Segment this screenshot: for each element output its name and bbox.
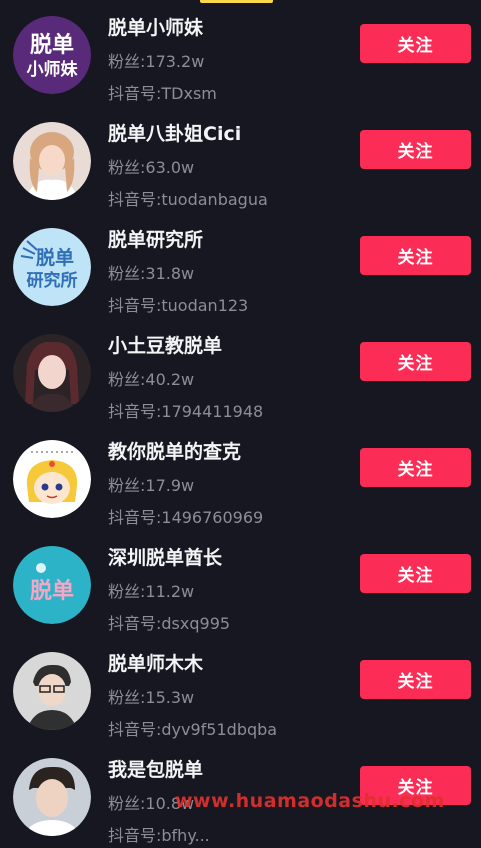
avatar-logo-text: 脱单	[30, 33, 74, 58]
avatar[interactable]	[13, 652, 91, 730]
account-row[interactable]: 脱单八卦姐Cici 粉丝:63.0w 抖音号:tuodanbagua 关注	[0, 106, 481, 212]
avatar-logo-text: 脱单	[30, 579, 74, 604]
follow-button[interactable]: 关注	[360, 660, 471, 699]
follower-count: 粉丝:173.2w	[108, 52, 205, 71]
douyin-id: 抖音号:1496760969	[108, 508, 264, 527]
douyin-id: 抖音号:tuodan123	[108, 296, 249, 315]
avatar[interactable]	[13, 440, 91, 518]
avatar[interactable]	[13, 334, 91, 412]
follower-count: 粉丝:40.2w	[108, 370, 195, 389]
follower-count: 粉丝:17.9w	[108, 476, 195, 495]
follower-count: 粉丝:31.8w	[108, 264, 195, 283]
follow-button[interactable]: 关注	[360, 236, 471, 275]
account-row[interactable]: 教你脱单的查克 粉丝:17.9w 抖音号:1496760969 关注	[0, 424, 481, 530]
follower-count: 粉丝:15.3w	[108, 688, 195, 707]
follow-button[interactable]: 关注	[360, 342, 471, 381]
account-name[interactable]: 脱单小师妹	[108, 13, 203, 40]
douyin-id: 抖音号:dsxq995	[108, 614, 231, 633]
account-row[interactable]: 脱单 深圳脱单酋长 粉丝:11.2w 抖音号:dsxq995 关注	[0, 530, 481, 636]
douyin-id: 抖音号:tuodanbagua	[108, 190, 268, 209]
account-name[interactable]: 我是包脱单	[108, 755, 203, 782]
account-name[interactable]: 脱单师木木	[108, 649, 203, 676]
account-name[interactable]: 脱单研究所	[108, 225, 203, 252]
account-name[interactable]: 深圳脱单酋长	[108, 543, 222, 570]
avatar[interactable]: 脱单 研究所	[13, 228, 91, 306]
account-row[interactable]: 脱单 小师妹 脱单小师妹 粉丝:173.2w 抖音号:TDxsm 关注	[0, 0, 481, 106]
douyin-id: 抖音号:1794411948	[108, 402, 264, 421]
avatar[interactable]: 脱单	[13, 546, 91, 624]
follow-button[interactable]: 关注	[360, 554, 471, 593]
avatar-logo-text: 研究所	[27, 270, 78, 291]
follower-count: 粉丝:11.2w	[108, 582, 195, 601]
avatar[interactable]: 脱单 小师妹	[13, 16, 91, 94]
avatar[interactable]	[13, 122, 91, 200]
follower-count: 粉丝:63.0w	[108, 158, 195, 177]
avatar-logo-text: 小师妹	[27, 59, 79, 80]
account-name[interactable]: 小土豆教脱单	[108, 331, 222, 358]
douyin-id: 抖音号:dyv9f51dbqba	[108, 720, 278, 739]
account-row[interactable]: 小土豆教脱单 粉丝:40.2w 抖音号:1794411948 关注	[0, 318, 481, 424]
avatar-logo-text: 脱单	[36, 246, 74, 269]
douyin-id: 抖音号:bfhy...	[108, 826, 210, 845]
watermark: www.huamaodashu.com	[175, 790, 445, 812]
account-name[interactable]: 教你脱单的查克	[108, 437, 241, 464]
account-row[interactable]: 脱单师木木 粉丝:15.3w 抖音号:dyv9f51dbqba 关注	[0, 636, 481, 742]
avatar[interactable]	[13, 758, 91, 836]
follow-button[interactable]: 关注	[360, 130, 471, 169]
account-row[interactable]: 脱单 研究所 脱单研究所 粉丝:31.8w 抖音号:tuodan123 关注	[0, 212, 481, 318]
douyin-id: 抖音号:TDxsm	[108, 84, 217, 103]
follow-button[interactable]: 关注	[360, 24, 471, 63]
follow-button[interactable]: 关注	[360, 448, 471, 487]
account-name[interactable]: 脱单八卦姐Cici	[108, 119, 241, 146]
